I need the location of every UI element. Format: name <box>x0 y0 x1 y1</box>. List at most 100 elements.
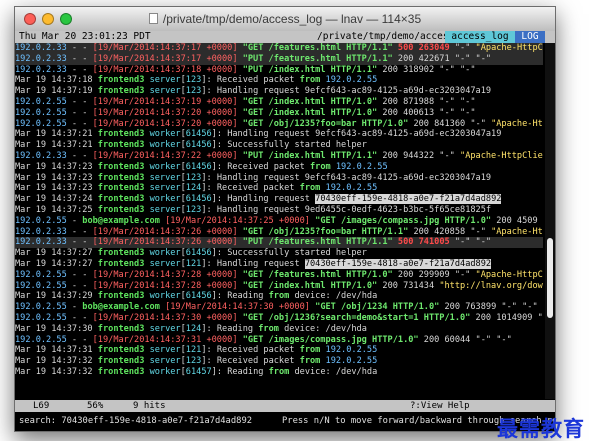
log-line[interactable]: Mar 19 14:37:19 frontend3 server[123]: H… <box>15 86 543 97</box>
log-line[interactable]: 192.0.2.55 - bob@example.com [19/Mar/201… <box>15 302 543 313</box>
log-segment-ip: 192.0.2.55 <box>15 334 67 345</box>
log-line[interactable]: 192.0.2.55 - - [19/Mar/2014:14:37:20 +00… <box>15 108 543 119</box>
log-segment-default: 200 299909 "-" <box>392 269 476 280</box>
log-line[interactable]: 192.0.2.55 - - [19/Mar/2014:14:37:19 +00… <box>15 97 543 108</box>
log-segment-host: bob@example.com <box>82 215 160 226</box>
log-line[interactable]: 192.0.2.33 - - [19/Mar/2014:14:37:18 +00… <box>15 65 543 76</box>
log-segment-method: "GET /index.html HTTP/1.0" <box>242 96 378 107</box>
log-segment-default: 200 4509 "-" "-" <box>496 215 543 226</box>
log-segment-date: [19/Mar/2014:14:37:28 +0000] <box>92 269 238 280</box>
log-segment-method: from <box>299 183 321 194</box>
scroll-percent: 56% <box>87 401 104 411</box>
log-segment-ip: 192.0.2.55 <box>15 302 67 313</box>
log-segment-method: "PUT /index.html HTTP/1.1" <box>242 64 378 75</box>
log-line[interactable]: Mar 19 14:37:29 frontend3 worker[61456]:… <box>15 291 543 302</box>
log-segment-pid: 123 <box>185 86 202 97</box>
log-line[interactable]: 192.0.2.33 - - [19/Mar/2014:14:37:17 +00… <box>15 53 543 65</box>
search-prompt[interactable]: search: 70430eff-159e-4818-a0e7-f21a7d4a… <box>15 413 555 429</box>
log-segment-pid: 61456 <box>185 248 212 259</box>
log-segment-pid: 61456 <box>185 140 212 151</box>
log-line[interactable]: Mar 19 14:37:30 frontend3 server[124]: R… <box>15 324 543 335</box>
log-segment-host: frontend3 <box>97 248 145 259</box>
log-line[interactable]: Mar 19 14:37:32 frontend3 server[123]: R… <box>15 356 543 367</box>
search-query[interactable]: search: 70430eff-159e-4818-a0e7-f21a7d4a… <box>19 413 252 429</box>
log-segment-default: "-" <box>449 43 476 53</box>
log-segment-date: [19/Mar/2014:14:37:30 +0000] <box>165 302 310 313</box>
log-line[interactable]: Mar 19 14:37:21 frontend3 worker[61456]:… <box>15 140 543 151</box>
log-segment-default: - - <box>66 118 93 129</box>
log-line[interactable]: 192.0.2.33 - - [19/Mar/2014:14:37:22 +00… <box>15 151 543 162</box>
log-segment-host: frontend3 <box>97 86 145 97</box>
window-title-text: /private/tmp/demo/access_log — lnav — 11… <box>162 12 422 26</box>
log-segment-host: frontend3 <box>97 75 145 86</box>
log-line[interactable]: Mar 19 14:37:31 frontend3 server[121]: R… <box>15 345 543 356</box>
log-line[interactable]: Mar 19 14:37:27 frontend3 worker[61456]:… <box>15 248 543 259</box>
log-line[interactable]: 192.0.2.55 - - [19/Mar/2014:14:37:31 +00… <box>15 335 543 346</box>
log-line[interactable]: Mar 19 14:37:23 frontend3 server[124]: R… <box>15 183 543 194</box>
window-title: /private/tmp/demo/access_log — lnav — 11… <box>15 12 555 26</box>
log-segment-date: [19/Mar/2014:14:37:20 +0000] <box>92 118 238 129</box>
log-segment-pid: 61457 <box>185 366 212 377</box>
log-segment-method: "GET /images/compass.jpg HTTP/1.0" <box>315 215 492 226</box>
log-segment-time: Mar 19 14:37:27 <box>15 258 98 269</box>
scrollbar-thumb[interactable] <box>547 238 553 318</box>
log-segment-method: from <box>258 323 279 334</box>
log-segment-default: 200 841360 "-" <box>408 118 492 129</box>
log-segment-date: [19/Mar/2014:14:37:26 +0000] <box>92 226 238 237</box>
log-segment-agent: "Apache-HttpClient/4.2.3 <box>475 43 543 53</box>
log-segment-time: Mar 19 14:37:32 <box>15 366 98 377</box>
log-segment-host: frontend3 <box>97 183 145 194</box>
log-segment-ip: 192.0.2.33 <box>15 237 67 248</box>
log-segment-default: ]: Reading <box>211 291 269 302</box>
log-segment-time: Mar 19 14:37:21 <box>15 140 98 151</box>
log-line[interactable]: Mar 19 14:37:23 frontend3 server[123]: H… <box>15 173 543 184</box>
log-segment-default: - - <box>66 43 93 53</box>
log-view[interactable]: 192.0.2.33 - - [19/Mar/2014:14:37:17 +00… <box>15 43 543 399</box>
log-segment-agent: "http://lnav.org/download.html" <box>439 280 543 291</box>
title-bar[interactable]: /private/tmp/demo/access_log — lnav — 11… <box>15 7 555 32</box>
log-segment-default: 200 422671 "-" "-" <box>392 53 492 64</box>
log-segment-agent: "Apache-HttpClient/4. <box>491 118 543 129</box>
log-line[interactable]: 192.0.2.55 - bob@example.com [19/Mar/201… <box>15 216 543 227</box>
log-segment-method: from <box>268 366 290 377</box>
log-line[interactable]: Mar 19 14:37:18 frontend3 server[123]: R… <box>15 75 543 86</box>
log-line[interactable]: 192.0.2.33 - - [19/Mar/2014:14:37:17 +00… <box>15 43 543 54</box>
log-segment-default: - - <box>66 53 93 64</box>
log-segment-agent: "Apache-HttpClient/4.2.3 (j <box>460 150 543 161</box>
log-line[interactable]: Mar 19 14:37:21 frontend3 worker[61456]:… <box>15 129 543 140</box>
log-segment-host: frontend3 <box>97 204 145 215</box>
log-line[interactable]: 192.0.2.55 - - [19/Mar/2014:14:37:28 +00… <box>15 281 543 292</box>
log-segment-method: "GET /obj/1236?search=demo&start=1 HTTP/… <box>242 312 471 323</box>
log-segment-pid: 123 <box>185 356 202 367</box>
log-segment-proc: server <box>149 86 181 97</box>
log-line[interactable]: Mar 19 14:37:27 frontend3 server[121]: H… <box>15 258 543 270</box>
log-line[interactable]: 192.0.2.55 - - [19/Mar/2014:14:37:28 +00… <box>15 270 543 281</box>
log-line[interactable]: 192.0.2.55 - - [19/Mar/2014:14:37:20 +00… <box>15 119 543 130</box>
log-segment-default: 200 318902 "-" "-" <box>377 64 476 75</box>
view-help-hint[interactable]: ?:View Help <box>410 400 470 412</box>
log-segment-default: ]: Received packet <box>201 75 300 86</box>
document-icon <box>148 13 158 24</box>
log-segment-date: [19/Mar/2014:14:37:26 +0000] <box>92 237 238 248</box>
scrollbar[interactable] <box>545 43 555 399</box>
log-segment-host: frontend3 <box>97 161 145 172</box>
log-line[interactable]: 192.0.2.33 - - [19/Mar/2014:14:37:26 +00… <box>15 237 543 249</box>
log-line[interactable]: Mar 19 14:37:25 frontend3 server[123]: H… <box>15 205 543 216</box>
log-segment-ip: 192.0.2.55 <box>325 183 378 194</box>
log-segment-host: frontend3 <box>97 291 145 302</box>
status-datetime: Thu Mar 20 23:01:23 PDT <box>19 31 151 42</box>
log-line[interactable]: 192.0.2.33 - - [19/Mar/2014:14:37:26 +00… <box>15 227 543 238</box>
log-segment-pid: 123 <box>185 172 202 183</box>
log-line[interactable]: Mar 19 14:37:32 frontend3 worker[61457]:… <box>15 367 543 378</box>
log-line[interactable]: Mar 19 14:37:24 frontend3 worker[61456]:… <box>15 194 543 205</box>
log-segment-ip: 192.0.2.55 <box>15 107 67 118</box>
log-segment-host: bob@example.com <box>82 302 160 313</box>
log-line[interactable]: 192.0.2.55 - - [19/Mar/2014:14:37:30 +00… <box>15 313 543 324</box>
log-segment-pid: 123 <box>185 204 202 215</box>
status-format-tag: LOG <box>515 31 545 43</box>
log-segment-proc: worker <box>149 194 181 205</box>
log-line[interactable]: Mar 19 14:37:23 frontend3 worker[61456]:… <box>15 162 543 173</box>
log-segment-default: ]: Successfully started helper <box>211 248 367 259</box>
log-segment-default: - - <box>66 64 93 75</box>
log-segment-time: Mar 19 14:37:21 <box>15 129 98 140</box>
